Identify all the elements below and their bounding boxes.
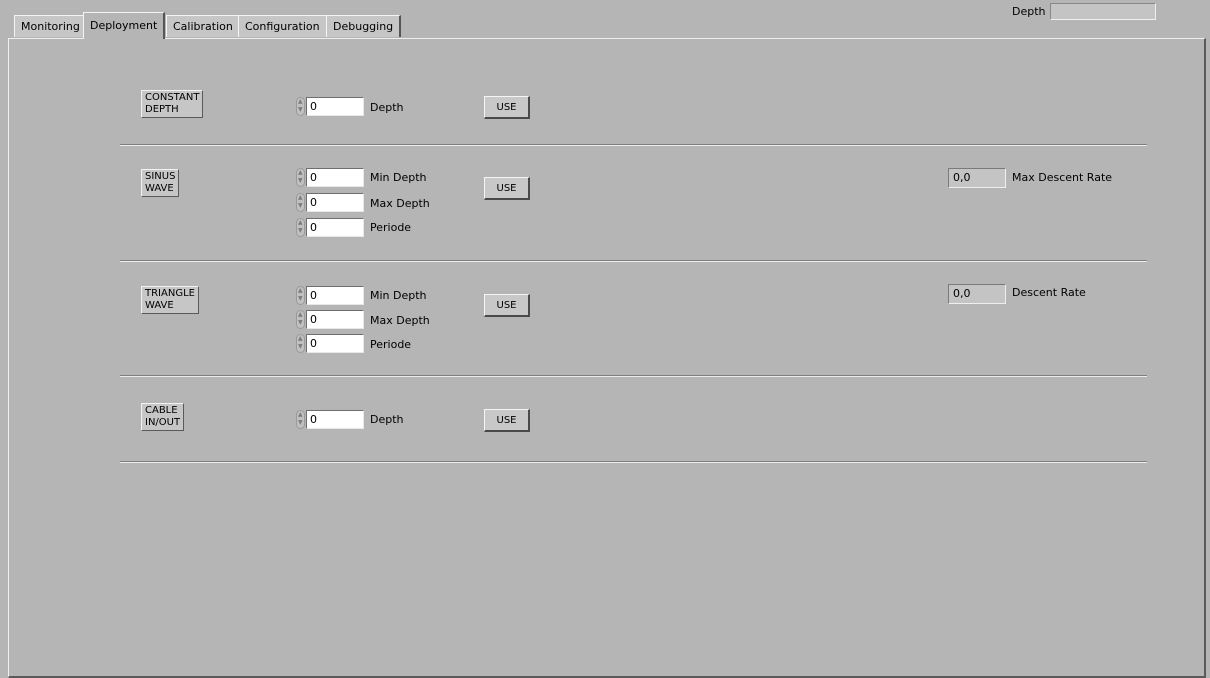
header-depth-indicator	[1050, 3, 1156, 20]
mode-label-line1: TRIANGLE	[145, 288, 195, 299]
tab-monitoring[interactable]: Monitoring	[14, 15, 88, 37]
sinus-min-spinner[interactable]: ▲ ▼	[296, 168, 305, 187]
spin-up-icon[interactable]: ▲	[298, 312, 303, 318]
spin-down-icon[interactable]: ▼	[298, 107, 303, 113]
mode-label-line2: WAVE	[145, 300, 174, 311]
triangle-wave-use-button[interactable]: USE	[484, 294, 530, 317]
triangle-period-label: Periode	[370, 338, 412, 351]
triangle-period-spinner[interactable]: ▲ ▼	[296, 334, 305, 353]
section-divider	[120, 375, 1147, 377]
triangle-max-depth-input[interactable]: 0	[306, 310, 364, 329]
triangle-max-depth-label: Max Depth	[370, 314, 430, 327]
spin-down-icon[interactable]: ▼	[298, 344, 303, 350]
tab-calibration[interactable]: Calibration	[166, 15, 241, 37]
triangle-period-input[interactable]: 0	[306, 334, 364, 353]
tab-configuration[interactable]: Configuration	[238, 15, 328, 37]
cable-depth-input[interactable]: 0	[306, 410, 364, 429]
section-divider	[120, 260, 1147, 262]
triangle-min-depth-label: Min Depth	[370, 289, 427, 302]
mode-label-line1: CABLE	[145, 405, 178, 416]
mode-label-line2: DEPTH	[145, 104, 179, 115]
spin-down-icon[interactable]: ▼	[298, 178, 303, 184]
constant-depth-spinner[interactable]: ▲ ▼	[296, 97, 305, 116]
spin-down-icon[interactable]: ▼	[298, 203, 303, 209]
sinus-period-input[interactable]: 0	[306, 218, 364, 237]
spin-up-icon[interactable]: ▲	[298, 412, 303, 418]
triangle-max-spinner[interactable]: ▲ ▼	[296, 310, 305, 329]
max-descent-rate-label: Max Descent Rate	[1012, 171, 1113, 184]
spin-down-icon[interactable]: ▼	[298, 296, 303, 302]
spin-up-icon[interactable]: ▲	[298, 336, 303, 342]
sinus-wave-use-button[interactable]: USE	[484, 177, 530, 200]
sinus-max-spinner[interactable]: ▲ ▼	[296, 193, 305, 212]
mode-label-line1: CONSTANT	[145, 92, 200, 103]
sinus-max-depth-label: Max Depth	[370, 197, 430, 210]
tab-deployment[interactable]: Deployment	[83, 12, 166, 39]
mode-label-line2: IN/OUT	[145, 417, 181, 428]
triangle-min-depth-input[interactable]: 0	[306, 286, 364, 305]
constant-depth-input[interactable]: 0	[306, 97, 364, 116]
mode-label-cable-in-out: CABLE IN/OUT	[141, 403, 185, 431]
max-descent-rate-indicator: 0,0	[948, 168, 1006, 188]
sinus-min-depth-label: Min Depth	[370, 171, 427, 184]
section-divider	[120, 461, 1147, 463]
mode-label-line2: WAVE	[145, 183, 174, 194]
mode-label-sinus-wave: SINUS WAVE	[141, 169, 180, 197]
tab-panel-deployment	[8, 38, 1206, 678]
cable-in-out-use-button[interactable]: USE	[484, 409, 530, 432]
tab-debugging[interactable]: Debugging	[326, 15, 402, 37]
header-depth-label: Depth	[1012, 5, 1046, 18]
mode-label-triangle-wave: TRIANGLE WAVE	[141, 286, 199, 314]
constant-depth-label: Depth	[370, 101, 404, 114]
triangle-min-spinner[interactable]: ▲ ▼	[296, 286, 305, 305]
spin-down-icon[interactable]: ▼	[298, 420, 303, 426]
descent-rate-indicator: 0,0	[948, 284, 1006, 304]
sinus-min-depth-input[interactable]: 0	[306, 168, 364, 187]
spin-down-icon[interactable]: ▼	[298, 228, 303, 234]
spin-down-icon[interactable]: ▼	[298, 320, 303, 326]
spin-up-icon[interactable]: ▲	[298, 288, 303, 294]
descent-rate-label: Descent Rate	[1012, 286, 1086, 299]
spin-up-icon[interactable]: ▲	[298, 170, 303, 176]
spin-up-icon[interactable]: ▲	[298, 195, 303, 201]
section-divider	[120, 144, 1147, 146]
sinus-period-spinner[interactable]: ▲ ▼	[296, 218, 305, 237]
mode-label-constant-depth: CONSTANT DEPTH	[141, 90, 204, 118]
spin-up-icon[interactable]: ▲	[298, 99, 303, 105]
cable-depth-spinner[interactable]: ▲ ▼	[296, 410, 305, 429]
constant-depth-use-button[interactable]: USE	[484, 96, 530, 119]
sinus-max-depth-input[interactable]: 0	[306, 193, 364, 212]
mode-label-line1: SINUS	[145, 171, 176, 182]
cable-depth-label: Depth	[370, 413, 404, 426]
sinus-period-label: Periode	[370, 221, 412, 234]
spin-up-icon[interactable]: ▲	[298, 220, 303, 226]
